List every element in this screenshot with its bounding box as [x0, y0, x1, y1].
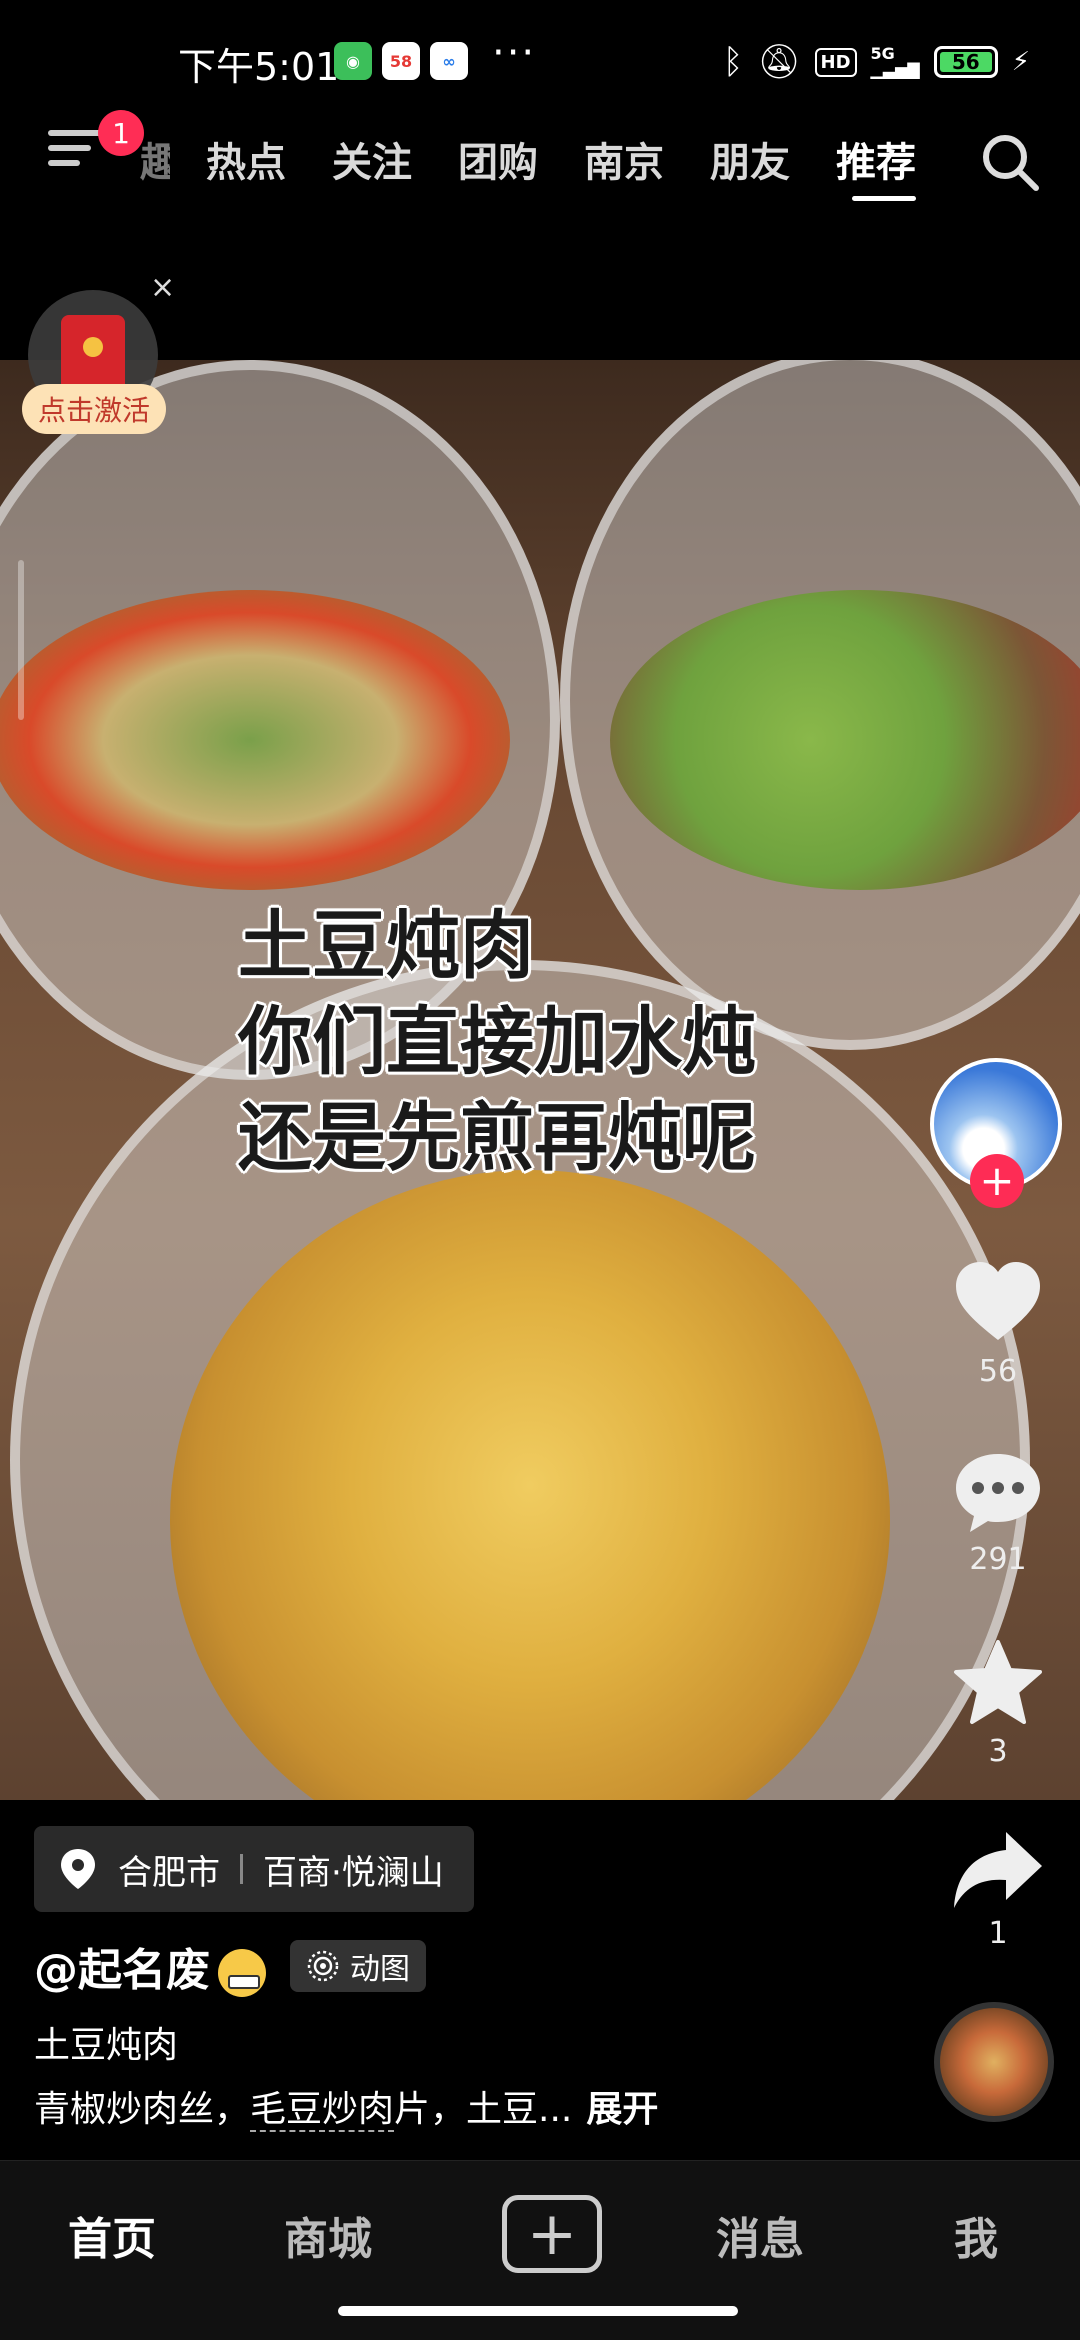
share-icon[interactable] — [950, 1826, 1046, 1916]
animated-photo-icon — [307, 1950, 339, 1982]
close-icon[interactable]: × — [150, 270, 175, 305]
tab-recommended[interactable]: 推荐 — [836, 130, 916, 188]
top-nav: 1 趣 热点 关注 团购 南京 朋友 推荐 — [0, 110, 1080, 201]
like-heart-icon[interactable] — [950, 1254, 1046, 1350]
comment-count: 291 — [969, 1542, 1027, 1577]
home-indicator[interactable] — [338, 2306, 738, 2316]
baidu-netdisk-icon: ∞ — [430, 42, 468, 80]
follow-plus-icon[interactable]: + — [970, 1154, 1024, 1208]
status-time: 下午5:01 — [178, 45, 340, 89]
battery-icon: 56 — [933, 46, 998, 78]
video-caption: 土豆炖肉 你们直接加水炖 还是先煎再炖呢 — [238, 898, 998, 1186]
expand-button[interactable]: 展开 — [586, 2089, 658, 2130]
caption-line: 还是先煎再炖呢 — [238, 1095, 756, 1181]
location-divider — [240, 1854, 243, 1884]
tab-friends[interactable]: 朋友 — [710, 130, 790, 188]
status-indicators: ᛒ 🔕︎ HD 5G ▁▃▅▇ 56 ⚡ — [723, 40, 1030, 84]
more-notifications-icon: ··· — [492, 30, 537, 76]
post-title: 土豆炖肉 — [34, 2025, 179, 2066]
location-place: 百商·悦澜山 — [263, 1852, 444, 1893]
58-icon: 58 — [382, 42, 420, 80]
share-count: 1 — [988, 1916, 1008, 1951]
favorite-count: 3 — [988, 1734, 1008, 1769]
caption-line: 你们直接加水炖 — [238, 999, 756, 1085]
signal-5g-icon: 5G ▁▃▅▇ — [870, 44, 920, 79]
search-icon[interactable] — [978, 130, 1042, 194]
grimace-emoji-icon — [218, 1949, 266, 1997]
charging-icon: ⚡ — [1011, 47, 1030, 77]
wechat-icon: ◉ — [334, 42, 372, 80]
red-packet-activate-label[interactable]: 点击激活 — [22, 384, 166, 434]
menu-icon[interactable] — [48, 130, 102, 180]
nav-home[interactable]: 首页 — [68, 2203, 156, 2267]
tab-nanjing[interactable]: 南京 — [584, 130, 664, 188]
nav-mall[interactable]: 商城 — [284, 2203, 372, 2267]
favorite-star-icon[interactable] — [950, 1636, 1046, 1732]
gif-tag[interactable]: 动图 — [290, 1940, 426, 1992]
author-handle[interactable]: @起名废 — [34, 1945, 210, 1996]
create-post-button[interactable]: + — [502, 2195, 602, 2273]
bluetooth-icon: ᛒ — [722, 42, 744, 82]
tab-group-buy[interactable]: 团购 — [458, 130, 538, 188]
location-pin-icon — [61, 1849, 95, 1889]
comment-icon[interactable] — [950, 1444, 1046, 1540]
music-disc[interactable] — [934, 2002, 1054, 2122]
post-description: 青椒炒肉丝，毛豆炒肉片，土豆... 展开 — [34, 2080, 658, 2132]
desc-text: 青椒炒肉丝， — [34, 2089, 251, 2130]
location-city: 合肥市 — [118, 1852, 220, 1893]
search-keyword-link[interactable]: 毛豆炒肉 — [250, 2089, 395, 2132]
tab-hot[interactable]: 热点 — [206, 130, 286, 188]
mute-icon: 🔕︎ — [757, 42, 801, 82]
nav-messages[interactable]: 消息 — [716, 2203, 804, 2267]
caption-line: 土豆炖肉 — [238, 903, 534, 989]
status-bar: 下午5:01 ◉ 58 ∞ ··· ᛒ 🔕︎ HD 5G ▁▃▅▇ 56 ⚡ — [0, 0, 1080, 120]
nav-me[interactable]: 我 — [954, 2203, 998, 2267]
hd-icon: HD — [814, 47, 857, 77]
location-tag[interactable]: 合肥市 百商·悦澜山 — [34, 1826, 474, 1912]
desc-text: 片，土豆... — [394, 2089, 573, 2130]
tab-partial[interactable]: 趣 — [140, 130, 170, 188]
side-scroll-hint — [18, 560, 24, 720]
gif-tag-label: 动图 — [350, 1952, 410, 1987]
video-player[interactable]: 土豆炖肉 你们直接加水炖 还是先煎再炖呢 — [0, 360, 1080, 1800]
active-tab-indicator — [852, 196, 916, 201]
tab-following[interactable]: 关注 — [332, 130, 412, 188]
like-count: 56 — [978, 1354, 1018, 1389]
author-name[interactable]: @起名废 — [34, 1934, 266, 1998]
red-packet-widget[interactable]: 点击激活 — [22, 290, 168, 440]
battery-level: 56 — [939, 50, 992, 74]
notification-badge: 1 — [98, 110, 144, 156]
